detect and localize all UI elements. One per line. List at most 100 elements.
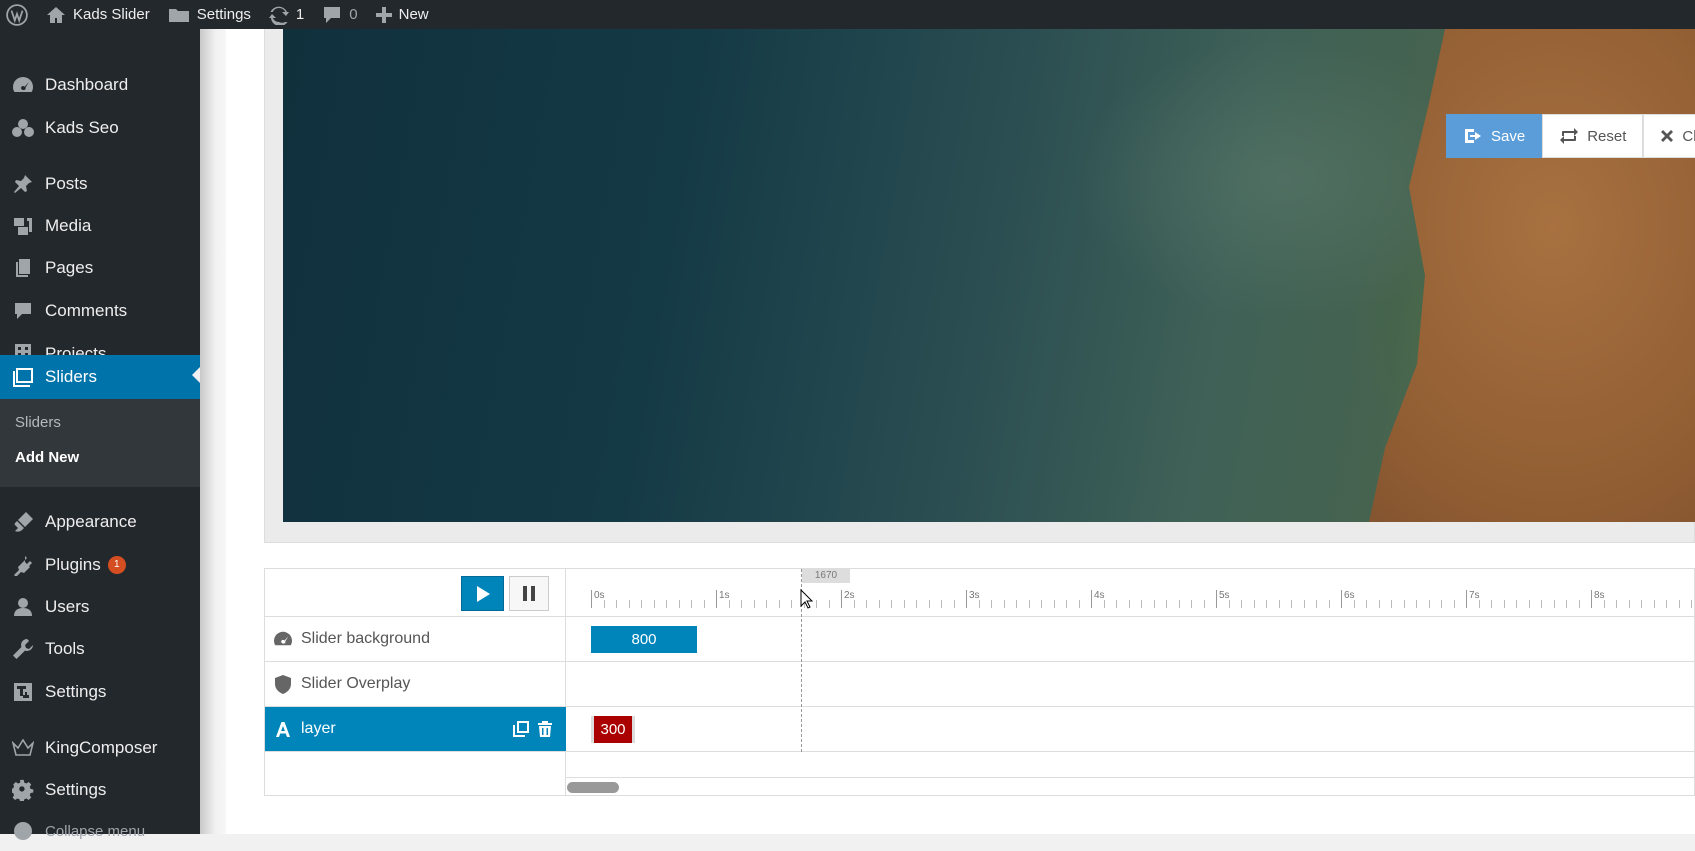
media-icon xyxy=(13,218,32,235)
delete-layer-button[interactable] xyxy=(538,721,552,742)
close-button[interactable]: Close xyxy=(1643,114,1695,158)
menu-item-collapse[interactable]: Collapse menu xyxy=(0,811,200,851)
ruler-minor-tick xyxy=(691,600,692,608)
menu-item-media[interactable]: Media xyxy=(0,206,200,246)
comments-link[interactable]: 0 xyxy=(313,0,366,29)
ruler-minor-tick xyxy=(1016,600,1017,608)
ruler-minor-tick xyxy=(766,600,767,608)
menu-label-kads-seo: Kads Seo xyxy=(45,118,119,137)
folder-icon xyxy=(168,8,189,22)
ruler-minor-tick xyxy=(1578,600,1580,608)
ruler-minor-tick xyxy=(891,600,892,608)
ruler-minor-tick xyxy=(1028,600,1030,608)
scrollbar-thumb[interactable] xyxy=(567,782,619,793)
pause-icon xyxy=(523,586,535,601)
menu-label-tools: Tools xyxy=(45,639,85,658)
timing-bar-slider-background[interactable]: 800 xyxy=(591,626,697,653)
menu-item-tools[interactable]: Tools xyxy=(0,629,200,669)
menu-label-plugins: Plugins xyxy=(45,555,101,574)
save-label: Save xyxy=(1491,127,1526,145)
ruler-minor-tick xyxy=(816,600,817,608)
reset-icon xyxy=(1560,128,1579,144)
ruler-minor-tick xyxy=(1516,600,1517,608)
reset-button[interactable]: Reset xyxy=(1542,114,1644,158)
menu-item-settings-2[interactable]: Settings xyxy=(0,770,200,810)
ruler-minor-tick xyxy=(653,600,655,608)
submenu-item-sliders[interactable]: Sliders xyxy=(15,414,61,431)
ruler-minor-tick xyxy=(1628,600,1630,608)
ruler-minor-tick xyxy=(1366,600,1367,608)
ruler-minor-tick xyxy=(741,600,742,608)
save-button[interactable]: Save xyxy=(1446,114,1543,158)
timing-bar-layer[interactable]: 300 xyxy=(591,716,635,743)
close-icon xyxy=(1661,130,1674,142)
ruler-minor-tick xyxy=(866,600,867,608)
ruler-minor-tick xyxy=(878,600,880,608)
seo-icon xyxy=(11,119,34,137)
submenu-item-add-new[interactable]: Add New xyxy=(15,449,79,466)
ruler-minor-tick xyxy=(1203,600,1205,608)
active-menu-arrow xyxy=(192,367,200,383)
ruler-minor-tick xyxy=(1528,600,1530,608)
track-slider-background: 800 xyxy=(566,617,1695,662)
settings-label: Settings xyxy=(196,6,251,23)
ruler-minor-tick xyxy=(1428,600,1430,608)
layer-row-actions xyxy=(513,721,552,742)
menu-item-plugins[interactable]: Plugins 1 xyxy=(0,545,200,585)
layer-name: Slider Overplay xyxy=(301,675,411,692)
ruler-minor-tick xyxy=(1666,600,1667,608)
menu-item-pages[interactable]: Pages xyxy=(0,248,200,288)
ruler-major-tick xyxy=(1341,590,1342,608)
kingcomposer-icon xyxy=(11,739,34,756)
updates-count: 1 xyxy=(295,6,305,23)
site-name-link[interactable]: Kads Slider xyxy=(37,0,159,29)
menu-item-kingcomposer[interactable]: KingComposer xyxy=(0,728,200,768)
text-icon xyxy=(276,721,290,737)
sliders-icon xyxy=(12,368,33,387)
ruler-minor-tick xyxy=(991,600,992,608)
ruler-minor-tick xyxy=(1166,600,1167,608)
ruler-minor-tick xyxy=(1691,600,1692,608)
settings-link[interactable]: Settings xyxy=(159,0,260,29)
play-button[interactable] xyxy=(461,576,504,611)
ruler-minor-tick xyxy=(1141,600,1142,608)
site-name: Kads Slider xyxy=(73,6,150,23)
ruler-minor-tick xyxy=(1191,600,1192,608)
close-label: Close xyxy=(1682,127,1695,145)
menu-label-collapse: Collapse menu xyxy=(45,822,146,840)
layer-row-layer[interactable]: layer xyxy=(265,707,566,752)
new-content-link[interactable]: New xyxy=(367,0,438,29)
wordpress-icon xyxy=(6,3,28,26)
ruler-minor-tick xyxy=(791,600,792,608)
menu-item-comments[interactable]: Comments xyxy=(0,291,200,331)
save-icon xyxy=(1465,129,1481,143)
track-layer: 300 xyxy=(566,707,1695,752)
menu-item-dashboard[interactable]: Dashboard xyxy=(0,65,200,105)
layer-row-slider-background[interactable]: Slider background xyxy=(265,617,566,662)
ruler-minor-tick xyxy=(678,600,680,608)
menu-item-settings[interactable]: Settings xyxy=(0,672,200,712)
updates-icon xyxy=(268,6,289,25)
duplicate-layer-button[interactable] xyxy=(513,721,529,742)
menu-item-posts[interactable]: Posts xyxy=(0,164,200,204)
settings-icon xyxy=(11,779,33,801)
ruler-minor-tick xyxy=(1128,600,1130,608)
timeline-horizontal-scrollbar[interactable] xyxy=(566,777,1695,795)
slider-preview-image[interactable] xyxy=(283,29,1695,522)
ruler-minor-tick xyxy=(703,600,705,608)
menu-item-appearance[interactable]: Appearance xyxy=(0,502,200,542)
updates-link[interactable]: 1 xyxy=(260,0,313,29)
menu-item-sliders[interactable]: Sliders xyxy=(0,355,200,399)
wordpress-logo-button[interactable] xyxy=(0,0,37,29)
layer-row-slider-overplay[interactable]: Slider Overplay xyxy=(265,662,566,707)
ruler-minor-tick xyxy=(1103,600,1105,608)
menu-item-users[interactable]: Users xyxy=(0,587,200,627)
ruler-minor-tick xyxy=(1616,600,1617,608)
ruler-minor-tick xyxy=(1441,600,1442,608)
ruler-minor-tick xyxy=(1453,600,1455,608)
menu-item-kads-seo[interactable]: Kads Seo xyxy=(0,108,200,148)
pause-button[interactable] xyxy=(509,576,549,611)
ruler-minor-tick xyxy=(1678,600,1680,608)
ruler-major-tick xyxy=(841,590,842,608)
time-ruler[interactable]: 0s 1s 2s 3s 4s 5s 6s 7s 8s xyxy=(566,569,1695,617)
